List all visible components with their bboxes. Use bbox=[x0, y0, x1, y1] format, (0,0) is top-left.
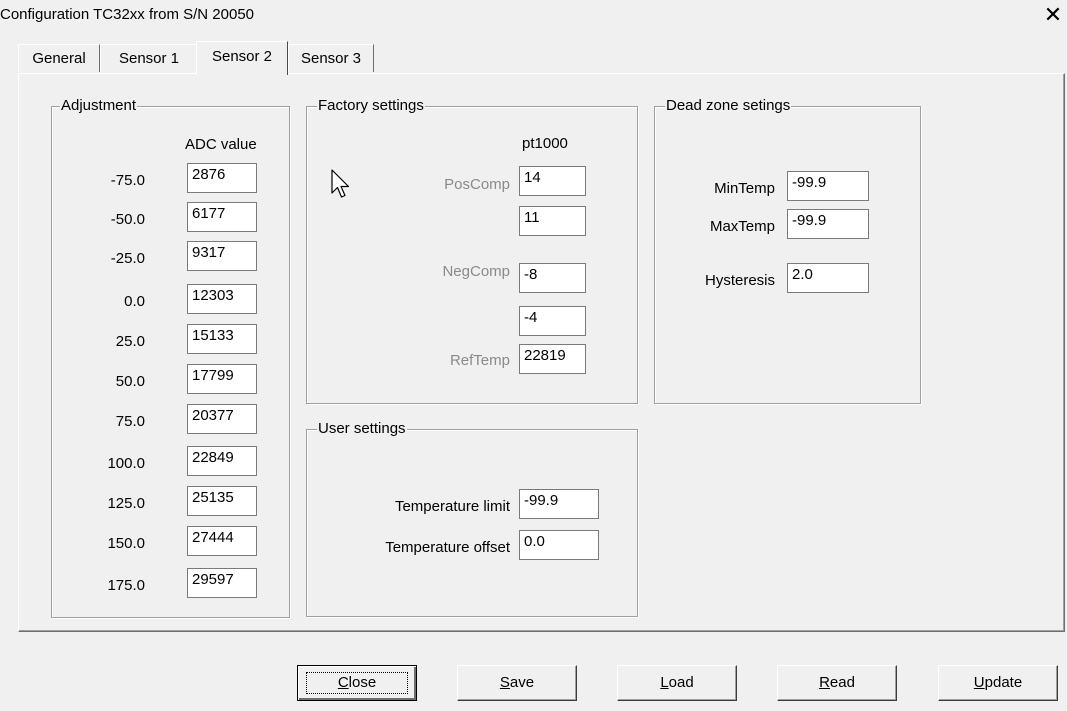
adc-field[interactable]: 15133 bbox=[187, 324, 257, 354]
negcomp-field-1[interactable]: -8 bbox=[519, 263, 586, 293]
update-button-label: pdate bbox=[984, 674, 1023, 691]
tab-sensor-3[interactable]: Sensor 3 bbox=[288, 44, 374, 72]
load-button-accel: L bbox=[660, 674, 669, 691]
adjust-temp-label: 50.0 bbox=[115, 373, 145, 390]
tab-general[interactable]: General bbox=[18, 44, 100, 72]
adc-field[interactable]: 12303 bbox=[187, 284, 257, 314]
temperature-offset-field[interactable]: 0.0 bbox=[519, 530, 599, 560]
maxtemp-field[interactable]: -99.9 bbox=[787, 209, 869, 239]
tab-sensor-2[interactable]: Sensor 2 bbox=[196, 41, 288, 75]
window-title: Configuration TC32xx from S/N 20050 bbox=[0, 6, 255, 23]
hysteresis-label: Hysteresis bbox=[704, 272, 775, 289]
user-settings-group: User settings bbox=[306, 420, 638, 617]
temperature-limit-label: Temperature limit bbox=[394, 498, 510, 515]
adc-field[interactable]: 6177 bbox=[187, 202, 257, 232]
adjust-temp-label: 25.0 bbox=[115, 333, 145, 350]
poscomp-field-1[interactable]: 14 bbox=[519, 166, 586, 196]
tab-sensor-1[interactable]: Sensor 1 bbox=[100, 44, 198, 72]
adjustment-group-title: Adjustment bbox=[60, 97, 138, 115]
adc-field[interactable]: 25135 bbox=[187, 486, 257, 516]
adjust-temp-label: 150.0 bbox=[107, 535, 145, 552]
reftemp-label: RefTemp bbox=[449, 352, 510, 369]
read-button[interactable]: Read bbox=[777, 665, 897, 701]
adjust-temp-label: -50.0 bbox=[110, 211, 145, 228]
temperature-offset-label: Temperature offset bbox=[385, 539, 510, 556]
maxtemp-label: MaxTemp bbox=[709, 218, 775, 235]
save-button-label: ave bbox=[509, 674, 535, 691]
dead-zone-group: Dead zone setings bbox=[654, 97, 921, 404]
negcomp-label: NegComp bbox=[442, 263, 510, 280]
adc-field[interactable]: 9317 bbox=[187, 241, 257, 271]
adc-field[interactable]: 2876 bbox=[187, 163, 257, 193]
temperature-limit-field[interactable]: -99.9 bbox=[519, 489, 599, 519]
poscomp-field-2[interactable]: 11 bbox=[519, 206, 586, 236]
load-button-label: oad bbox=[668, 674, 694, 691]
user-settings-title: User settings bbox=[317, 420, 407, 438]
mintemp-label: MinTemp bbox=[714, 180, 775, 197]
adc-field[interactable]: 20377 bbox=[187, 404, 257, 434]
load-button[interactable]: Load bbox=[617, 665, 737, 701]
adjust-temp-label: 175.0 bbox=[107, 577, 145, 594]
adjust-temp-label: -25.0 bbox=[110, 250, 145, 267]
adc-field[interactable]: 27444 bbox=[187, 526, 257, 556]
reftemp-field[interactable]: 22819 bbox=[519, 344, 586, 374]
negcomp-field-2[interactable]: -4 bbox=[519, 306, 586, 336]
update-button[interactable]: Update bbox=[938, 665, 1058, 701]
close-button-label: lose bbox=[348, 674, 377, 691]
adjust-temp-label: 125.0 bbox=[107, 495, 145, 512]
close-button[interactable]: Close bbox=[297, 665, 417, 701]
save-button[interactable]: Save bbox=[457, 665, 577, 701]
mintemp-field[interactable]: -99.9 bbox=[787, 171, 869, 201]
hysteresis-field[interactable]: 2.0 bbox=[787, 263, 869, 293]
read-button-accel: R bbox=[819, 674, 830, 691]
poscomp-label: PosComp bbox=[444, 176, 510, 193]
read-button-label: ead bbox=[829, 674, 855, 691]
adc-field[interactable]: 17799 bbox=[187, 364, 257, 394]
sensor-type-label: pt1000 bbox=[522, 135, 568, 152]
adjust-temp-label: -75.0 bbox=[110, 172, 145, 189]
close-window-icon[interactable]: ✕ bbox=[1040, 2, 1066, 28]
adc-field[interactable]: 29597 bbox=[187, 568, 257, 598]
adc-value-header: ADC value bbox=[185, 136, 257, 153]
adc-field[interactable]: 22849 bbox=[187, 446, 257, 476]
factory-settings-title: Factory settings bbox=[317, 97, 425, 115]
dead-zone-title: Dead zone setings bbox=[665, 97, 792, 115]
adjust-temp-label: 100.0 bbox=[107, 455, 145, 472]
update-button-accel: U bbox=[973, 674, 985, 691]
close-button-accel: C bbox=[337, 674, 349, 691]
mouse-cursor-icon bbox=[331, 169, 350, 198]
save-button-accel: S bbox=[499, 674, 510, 691]
adjust-temp-label: 0.0 bbox=[124, 293, 145, 310]
adjust-temp-label: 75.0 bbox=[115, 413, 145, 430]
